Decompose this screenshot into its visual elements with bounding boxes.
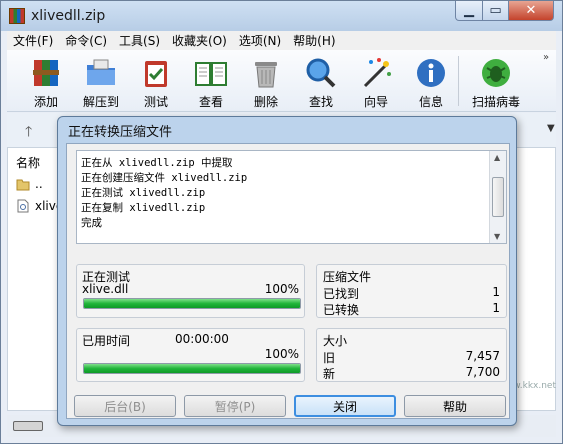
up-arrow-icon[interactable]: 🡑 [25, 121, 32, 145]
dialog-title: 正在转换压缩文件 [68, 125, 173, 140]
total-percent: 100% [264, 347, 299, 361]
tool-find-button[interactable]: 查找 [294, 54, 348, 110]
menu-options[interactable]: 选项(N) [233, 32, 287, 49]
testing-progress-fill [84, 299, 300, 308]
size-panel: 大小 旧 7,457 新 7,700 [316, 328, 507, 382]
log-line: 正在复制 xlivedll.zip [81, 202, 206, 214]
drive-icon [13, 421, 43, 431]
menu-tools[interactable]: 工具(S) [113, 32, 166, 49]
testing-progress-bar [83, 298, 301, 309]
log-line: 正在测试 xlivedll.zip [81, 187, 206, 199]
tool-view-label: 查看 [198, 95, 223, 109]
test-clipboard-icon [145, 61, 167, 87]
close-button[interactable]: 关闭 [294, 395, 396, 417]
log-box[interactable]: 正在从 xlivedll.zip 中提取 正在创建压缩文件 xlivedll.z… [76, 150, 507, 244]
log-scrollbar[interactable]: ▲ ▼ [489, 151, 506, 243]
window-title: xlivedll.zip [31, 8, 106, 24]
tool-info-label: 信息 [418, 95, 443, 109]
file-dll-icon [17, 199, 29, 213]
archives-heading: 压缩文件 [323, 270, 372, 284]
tool-delete-button[interactable]: 删除 [239, 54, 293, 110]
old-size-value: 7,457 [465, 349, 500, 363]
menu-favorites[interactable]: 收藏夹(O) [166, 32, 233, 49]
address-dropdown-icon[interactable]: ▼ [547, 123, 555, 134]
background-button[interactable]: 后台(B) [74, 395, 176, 417]
testing-file-name: xlive.dll [82, 282, 129, 296]
view-book-icon [195, 62, 227, 86]
found-count: 1 [492, 285, 500, 299]
minimize-button[interactable]: ▁ [455, 1, 483, 21]
menu-help[interactable]: 帮助(H) [287, 32, 341, 49]
tool-delete-label: 删除 [253, 95, 278, 109]
toolbar-overflow-icon[interactable]: » [543, 52, 549, 63]
close-window-button[interactable]: ✕ [508, 1, 554, 21]
find-magnifier-icon [306, 58, 336, 88]
scan-virus-icon [482, 59, 510, 87]
tool-find-label: 查找 [308, 95, 333, 109]
tool-info-button[interactable]: 信息 [404, 54, 458, 110]
menu-bar: 文件(F) 命令(C) 工具(S) 收藏夹(O) 选项(N) 帮助(H) [7, 31, 556, 50]
delete-trash-icon [255, 62, 277, 88]
archives-panel: 压缩文件 已找到 1 已转换 1 [316, 264, 507, 318]
help-button[interactable]: 帮助 [404, 395, 506, 417]
file-row-parent[interactable]: .. [16, 174, 43, 194]
tool-scan-virus-button[interactable]: 扫描病毒 [465, 54, 527, 110]
tool-extract-label: 解压到 [82, 95, 119, 109]
menu-file[interactable]: 文件(F) [7, 32, 59, 49]
tool-scan-virus-label: 扫描病毒 [471, 95, 520, 109]
scroll-thumb[interactable] [492, 177, 504, 217]
convert-archive-dialog: 正在转换压缩文件 正在从 xlivedll.zip 中提取 正在创建压缩文件 x… [57, 116, 517, 426]
tool-wizard-button[interactable]: 向导 [349, 54, 403, 110]
scroll-up-icon[interactable]: ▲ [494, 153, 500, 162]
scroll-down-icon[interactable]: ▼ [494, 232, 500, 241]
toolbar: 添加 解压到 测试 查看 删除 查找 向导 信息 扫描病毒 » [7, 50, 556, 112]
add-archive-icon [33, 60, 59, 86]
old-size-label: 旧 [323, 351, 336, 365]
dialog-body: 正在从 xlivedll.zip 中提取 正在创建压缩文件 xlivedll.z… [66, 143, 510, 419]
tool-test-button[interactable]: 测试 [129, 54, 183, 110]
tool-test-label: 测试 [143, 95, 168, 109]
file-row-name: .. [35, 177, 43, 191]
size-heading: 大小 [323, 334, 348, 348]
found-label: 已找到 [323, 287, 360, 301]
testing-panel: 正在测试 xlive.dll 100% [76, 264, 305, 318]
tool-wizard-label: 向导 [363, 95, 388, 109]
elapsed-time-value: 00:00:00 [175, 332, 229, 346]
column-header-name[interactable]: 名称 [16, 154, 40, 171]
elapsed-time-panel: 已用时间 00:00:00 100% [76, 328, 305, 382]
log-line: 正在从 xlivedll.zip 中提取 [81, 157, 233, 169]
total-progress-bar [83, 363, 301, 374]
info-icon [417, 59, 445, 87]
tool-view-button[interactable]: 查看 [184, 54, 238, 110]
testing-percent: 100% [264, 282, 299, 296]
total-progress-fill [84, 364, 300, 373]
log-line: 完成 [81, 217, 102, 229]
maximize-button[interactable]: ▭ [482, 1, 509, 21]
tool-add-button[interactable]: 添加 [19, 54, 73, 110]
converted-label: 已转换 [323, 303, 360, 317]
converted-count: 1 [492, 301, 500, 315]
wizard-wand-icon [363, 58, 391, 88]
new-size-value: 7,700 [465, 365, 500, 379]
folder-up-icon [16, 179, 30, 191]
tool-extract-button[interactable]: 解压到 [74, 54, 128, 110]
menu-commands[interactable]: 命令(C) [59, 32, 113, 49]
log-line: 正在创建压缩文件 xlivedll.zip [81, 172, 248, 184]
toolbar-separator [458, 56, 459, 106]
new-size-label: 新 [323, 367, 336, 381]
extract-folder-icon [87, 59, 115, 85]
tool-add-label: 添加 [33, 95, 58, 109]
elapsed-time-label: 已用时间 [82, 334, 131, 348]
winrar-app-icon [9, 8, 25, 24]
pause-button[interactable]: 暂停(P) [184, 395, 286, 417]
